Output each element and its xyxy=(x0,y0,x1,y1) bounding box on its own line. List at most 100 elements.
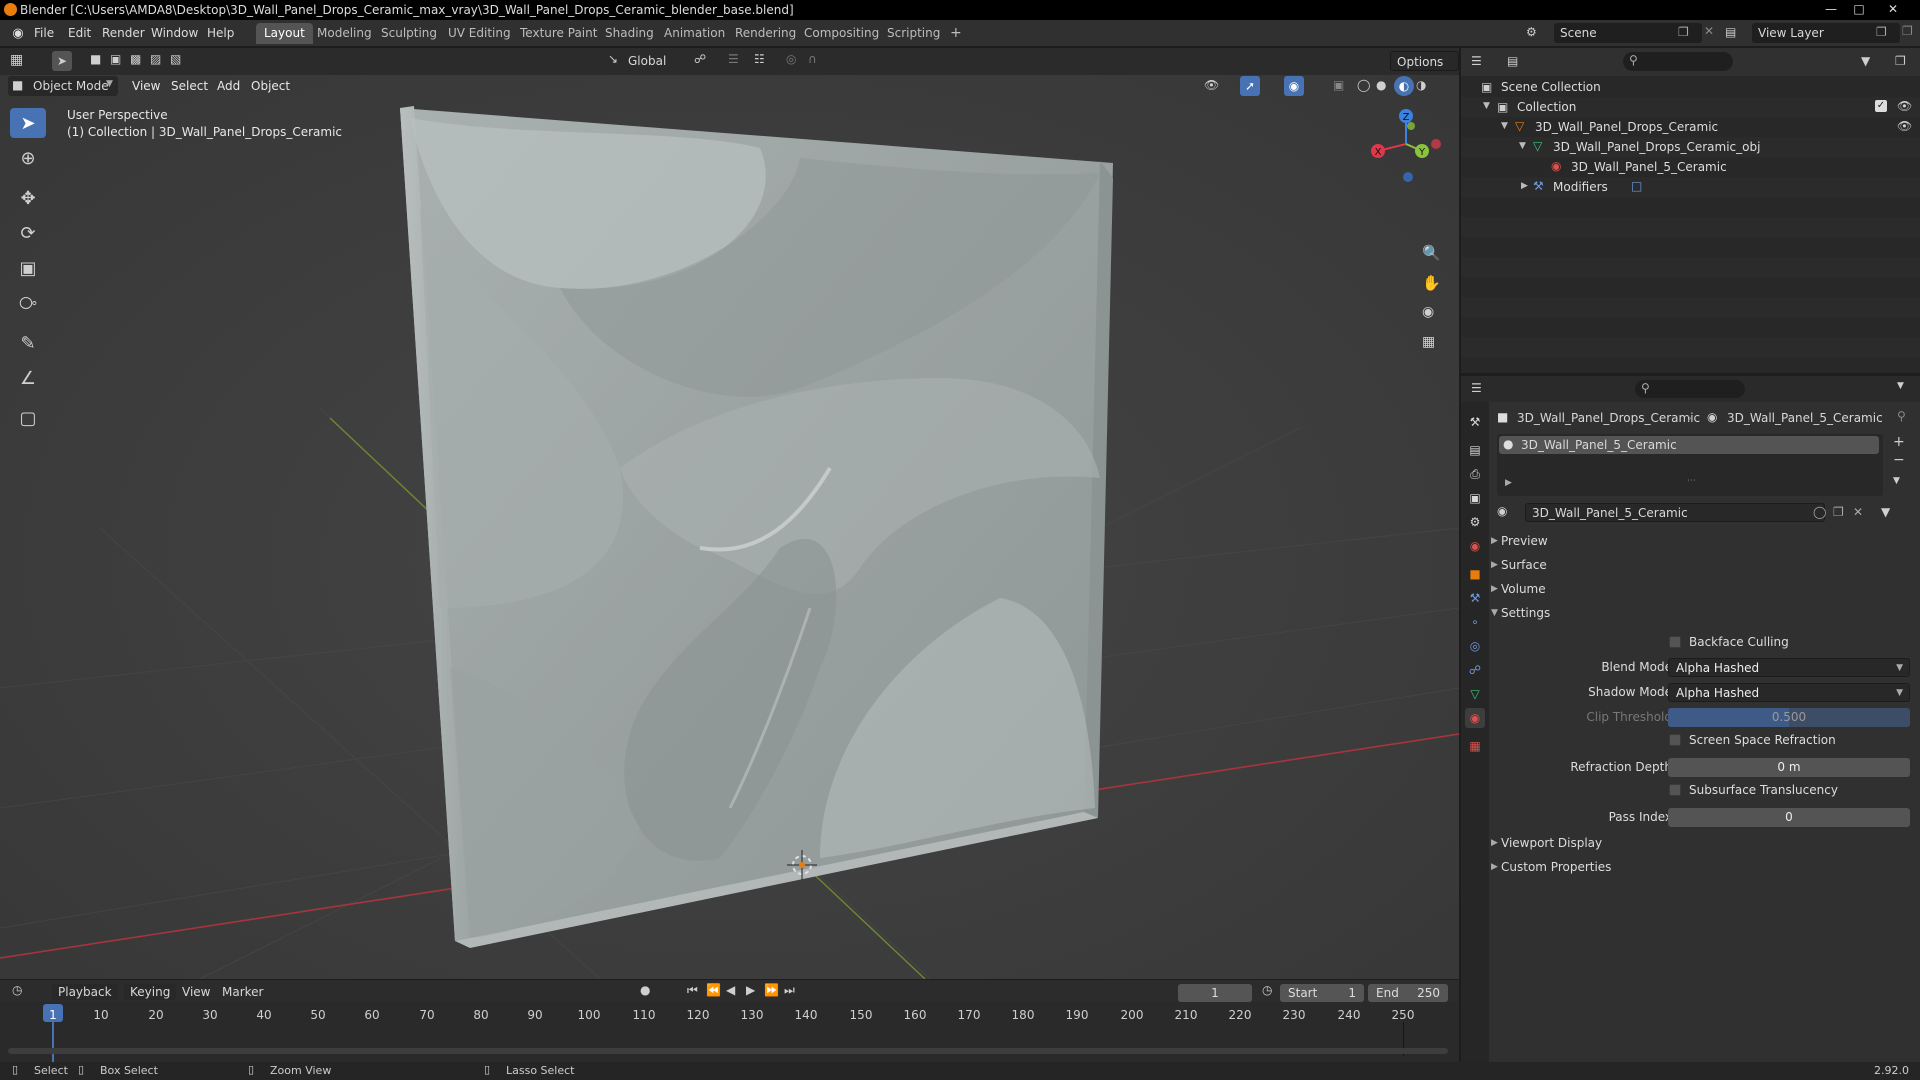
wireframe-shading-icon[interactable]: ◯ xyxy=(1357,78,1370,92)
view-layer-remove-icon[interactable]: ❐ xyxy=(1902,24,1913,38)
material-shading-icon[interactable]: ◐ xyxy=(1394,76,1414,96)
view-layer-icon[interactable]: ▤ xyxy=(1725,25,1736,39)
timeline-menu-keying[interactable]: Keying xyxy=(124,984,177,1000)
outliner-row-modifiers[interactable]: ▶ ⚒ Modifiers □ xyxy=(1461,177,1920,197)
backface-culling-checkbox[interactable] xyxy=(1669,636,1681,648)
outliner-row-mesh[interactable]: ▼ ▽ 3D_Wall_Panel_Drops_Ceramic_obj xyxy=(1461,137,1920,157)
jump-keyframe-forward-icon[interactable]: ⏩ xyxy=(764,983,779,997)
tab-modeling[interactable]: Modeling xyxy=(309,23,380,44)
panel-custom-properties[interactable]: Custom Properties xyxy=(1501,860,1611,874)
timeline-menu-playback[interactable]: Playback xyxy=(52,984,118,1000)
properties-search-input[interactable]: ⚲ xyxy=(1635,380,1745,398)
tab-output-icon[interactable]: ⎙ xyxy=(1465,464,1485,484)
play-reverse-icon[interactable]: ◀ xyxy=(726,983,735,997)
editor-type-icon[interactable]: ▦ xyxy=(10,52,23,68)
tab-rendering[interactable]: Rendering xyxy=(727,23,804,44)
view-layer-selector[interactable]: View Layer ❐ xyxy=(1752,23,1900,43)
zoom-icon[interactable]: 🔍 xyxy=(1422,244,1441,262)
expand-object-icon[interactable]: ▼ xyxy=(1501,121,1508,131)
tab-constraints-icon[interactable]: ☍ xyxy=(1465,660,1485,680)
blender-menu-icon[interactable]: ◉ xyxy=(10,25,26,41)
viewport-display-caret-icon[interactable]: ▶ xyxy=(1491,838,1498,848)
timeline-editor-type-icon[interactable]: ◷ xyxy=(12,983,22,997)
proportional-edit-icon[interactable]: ◎ xyxy=(786,52,796,66)
tool-annotate[interactable]: ✎ xyxy=(10,328,46,358)
clip-threshold-slider[interactable]: 0.500 xyxy=(1668,708,1910,727)
material-slot-item[interactable]: ● 3D_Wall_Panel_5_Ceramic xyxy=(1499,436,1879,454)
display-mode-icon[interactable]: ▤ xyxy=(1507,54,1518,68)
outliner-search-input[interactable]: ⚲ xyxy=(1623,52,1733,71)
scene-new-icon[interactable]: ❐ xyxy=(1678,25,1689,39)
unlink-material-icon[interactable]: ✕ xyxy=(1853,505,1863,519)
blend-mode-dropdown[interactable]: Alpha Hashed ▼ xyxy=(1668,658,1910,677)
panel-preview[interactable]: Preview xyxy=(1501,534,1548,548)
remove-slot-button[interactable]: − xyxy=(1893,452,1905,468)
preview-caret-icon[interactable]: ▶ xyxy=(1491,536,1498,546)
custom-properties-caret-icon[interactable]: ▶ xyxy=(1491,862,1498,872)
transform-orientation-value[interactable]: Global xyxy=(628,54,666,68)
tab-object-icon[interactable]: ■ xyxy=(1465,564,1485,584)
rendered-shading-icon[interactable]: ◑ xyxy=(1416,78,1426,92)
expand-modifiers-icon[interactable]: ▶ xyxy=(1521,181,1528,191)
tab-world-icon[interactable]: ◉ xyxy=(1465,536,1485,556)
pan-hand-icon[interactable]: ✋ xyxy=(1422,274,1441,292)
tab-modifiers-icon[interactable]: ⚒ xyxy=(1465,588,1485,608)
material-browse-icon[interactable]: ◉ xyxy=(1497,504,1507,518)
select-mode-extend-icon[interactable]: ▣ xyxy=(110,52,121,66)
tab-view-layer-icon[interactable]: ▣ xyxy=(1465,488,1485,508)
viewport-menu-add[interactable]: Add xyxy=(217,79,240,93)
surface-caret-icon[interactable]: ▶ xyxy=(1491,560,1498,570)
select-mode-new-icon[interactable]: ■ xyxy=(90,52,101,66)
tool-add-cube[interactable]: ▢ xyxy=(10,403,46,433)
material-name-field[interactable]: 3D_Wall_Panel_5_Ceramic xyxy=(1525,503,1825,522)
pass-index-field[interactable]: 0 xyxy=(1668,808,1910,827)
tab-uv-editing[interactable]: UV Editing xyxy=(440,23,519,44)
panel-viewport-display[interactable]: Viewport Display xyxy=(1501,836,1602,850)
menu-window[interactable]: Window xyxy=(151,26,198,40)
3d-viewport[interactable]: ▦ ➤ ■ ▣ ▩ ▨ ▧ ↘ Global ☍ ☰ ☷ ◎ ∩ Options… xyxy=(0,48,1459,979)
tool-select-box[interactable]: ➤ xyxy=(10,108,46,138)
snap-target-icon[interactable]: ☷ xyxy=(754,52,765,66)
timeline-ruler[interactable]: 1 10 20 30 40 50 60 70 80 90 100 110 120… xyxy=(0,1002,1459,1062)
visibility-icon[interactable]: 👁 xyxy=(1204,78,1219,92)
tool-move[interactable]: ✥ xyxy=(10,183,46,213)
panel-volume[interactable]: Volume xyxy=(1501,582,1546,596)
current-frame-field[interactable]: 1 xyxy=(1178,984,1252,1002)
tab-animation[interactable]: Animation xyxy=(656,23,733,44)
select-mode-invert-icon[interactable]: ▨ xyxy=(150,52,161,66)
add-workspace-button[interactable]: + xyxy=(942,23,970,44)
settings-caret-icon[interactable]: ▼ xyxy=(1491,608,1498,618)
timeline-scrollbar[interactable] xyxy=(8,1048,1448,1054)
viewport-menu-object[interactable]: Object xyxy=(251,79,290,93)
tab-compositing[interactable]: Compositing xyxy=(796,23,887,44)
viewport-menu-view[interactable]: View xyxy=(132,79,160,93)
tool-measure[interactable]: ∠ xyxy=(10,363,46,393)
link-type-icon[interactable]: ▼ xyxy=(1881,505,1890,519)
menu-file[interactable]: File xyxy=(34,26,54,40)
select-tool-icon[interactable]: ➤ xyxy=(52,51,72,71)
tab-texture-icon[interactable]: ▦ xyxy=(1465,736,1485,756)
scene-remove-icon[interactable]: ✕ xyxy=(1704,24,1714,38)
solid-shading-icon[interactable]: ● xyxy=(1376,78,1386,92)
mode-selector[interactable]: ■ Object Mode ▼ xyxy=(8,76,118,96)
timeline-menu-view[interactable]: View xyxy=(182,985,210,999)
add-slot-button[interactable]: + xyxy=(1893,434,1905,450)
object-visibility-icon[interactable]: 👁 xyxy=(1897,119,1912,133)
gizmo-toggle-icon[interactable]: ➚ xyxy=(1240,76,1260,96)
tool-scale[interactable]: ▣ xyxy=(10,253,46,283)
jump-end-icon[interactable]: ⏭ xyxy=(784,983,795,998)
tab-data-icon[interactable]: ▽ xyxy=(1465,684,1485,704)
tab-scene-icon[interactable]: ⚙ xyxy=(1465,512,1485,532)
select-mode-subtract-icon[interactable]: ▩ xyxy=(130,52,141,66)
outliner-row-material[interactable]: ◉ 3D_Wall_Panel_5_Ceramic xyxy=(1461,157,1920,177)
outliner-row-scene-collection[interactable]: ▣ Scene Collection xyxy=(1461,77,1920,97)
scene-selector[interactable]: Scene ❐ xyxy=(1554,23,1702,43)
tab-physics-icon[interactable]: ◎ xyxy=(1465,636,1485,656)
timeline-menu-marker[interactable]: Marker xyxy=(222,985,263,999)
tab-layout[interactable]: Layout xyxy=(256,23,313,44)
jump-keyframe-back-icon[interactable]: ⏪ xyxy=(706,983,721,997)
menu-edit[interactable]: Edit xyxy=(68,26,91,40)
outliner-editor-type-icon[interactable]: ☰ xyxy=(1471,54,1482,68)
start-frame-field[interactable]: Start 1 xyxy=(1280,984,1364,1002)
scene-icon[interactable]: ⚙ xyxy=(1526,25,1537,39)
